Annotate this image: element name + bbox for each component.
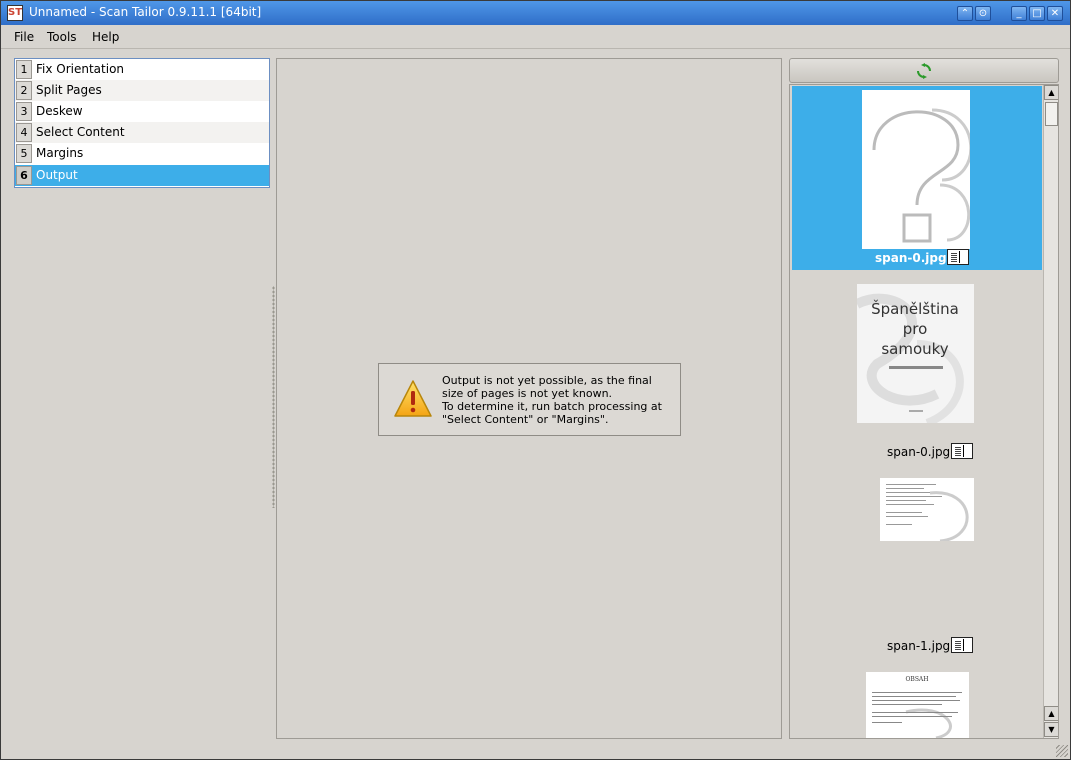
- thumbnail-caption: span-0.jpg: [887, 445, 951, 459]
- close-icon[interactable]: ✕: [1047, 6, 1063, 21]
- maximize-icon[interactable]: □: [1029, 6, 1045, 21]
- output-warning: Output is not yet possible, as the final…: [378, 363, 681, 436]
- image-view-panel: Output is not yet possible, as the final…: [276, 58, 782, 739]
- menu-bar: File Tools Help: [1, 25, 1070, 49]
- title-bar[interactable]: ST Unnamed - Scan Tailor 0.9.11.1 [64bit…: [1, 1, 1070, 25]
- single-page-icon: [947, 249, 969, 265]
- window-title: Unnamed - Scan Tailor 0.9.11.1 [64bit]: [29, 5, 262, 19]
- scroll-thumb[interactable]: [1045, 102, 1058, 126]
- stage-output[interactable]: 6 Output: [15, 165, 269, 186]
- page-preview-image: OBSAH: [872, 676, 962, 738]
- scroll-up-icon[interactable]: ▲: [1044, 85, 1058, 100]
- thumbnail-caption: span-0.jpg: [875, 251, 947, 265]
- scroll-down-icon[interactable]: ▼: [1044, 722, 1058, 737]
- warning-line: To determine it, run batch processing at: [442, 400, 662, 413]
- single-page-icon: [951, 443, 973, 459]
- page-preview-image: Španělština pro samouky: [857, 284, 974, 423]
- stage-number: 3: [16, 102, 32, 121]
- main-window: ST Unnamed - Scan Tailor 0.9.11.1 [64bit…: [0, 0, 1071, 760]
- page-preview-image: [886, 484, 969, 541]
- thumbnail-title-line: pro: [903, 320, 928, 338]
- stage-select-content[interactable]: 4 Select Content: [15, 122, 269, 143]
- thumbnail-toolbar: [789, 58, 1059, 83]
- stage-label: Deskew: [36, 104, 83, 118]
- resize-grip-icon[interactable]: [1056, 745, 1068, 757]
- page-preview-image: [872, 108, 970, 243]
- thumbnail-page[interactable]: Španělština pro samouky: [857, 284, 974, 423]
- menu-tools[interactable]: Tools: [47, 30, 77, 44]
- thumbnail-page[interactable]: [880, 478, 974, 541]
- stage-label: Select Content: [36, 125, 125, 139]
- thumbnail-page[interactable]: OBSAH: [866, 672, 969, 738]
- stage-number: 2: [16, 81, 32, 100]
- stage-label: Fix Orientation: [36, 62, 125, 76]
- panel-splitter[interactable]: [272, 286, 275, 508]
- menu-file[interactable]: File: [14, 30, 34, 44]
- restore-icon[interactable]: ⌃: [957, 6, 973, 21]
- stage-label: Output: [36, 168, 78, 182]
- app-icon: ST: [7, 5, 23, 21]
- stage-number: 5: [16, 144, 32, 163]
- stages-list: 1 Fix Orientation 2 Split Pages 3 Deskew…: [14, 58, 270, 188]
- settings-icon[interactable]: ⊙: [975, 6, 991, 21]
- single-page-icon: [951, 637, 973, 653]
- stage-split-pages[interactable]: 2 Split Pages: [15, 80, 269, 101]
- refresh-thumbnails-icon[interactable]: [916, 63, 932, 79]
- stage-number: 6: [16, 166, 32, 185]
- thumbnail-list[interactable]: span-0.jpg Španělština pro samouky span-…: [789, 84, 1059, 739]
- warning-line: Output is not yet possible, as the final: [442, 374, 652, 387]
- thumbnail-scrollbar[interactable]: ▲ ▲ ▼: [1043, 85, 1058, 738]
- stage-number: 1: [16, 60, 32, 79]
- warning-text: Output is not yet possible, as the final…: [442, 374, 678, 426]
- thumbnail-title-line: Španělština: [871, 299, 959, 318]
- stage-fix-orientation[interactable]: 1 Fix Orientation: [15, 59, 269, 80]
- stage-number: 4: [16, 123, 32, 142]
- thumbnail-title-line: samouky: [881, 340, 948, 358]
- stage-label: Margins: [36, 146, 84, 160]
- menu-help[interactable]: Help: [92, 30, 119, 44]
- warning-line: size of pages is not yet known.: [442, 387, 613, 400]
- thumbnail-caption: span-1.jpg: [887, 639, 951, 653]
- stage-deskew[interactable]: 3 Deskew: [15, 101, 269, 122]
- warning-icon: [394, 380, 432, 417]
- thumbnail-heading: OBSAH: [905, 676, 928, 683]
- thumbnail-page[interactable]: [862, 90, 970, 249]
- warning-line: "Select Content" or "Margins".: [442, 413, 609, 426]
- minimize-icon[interactable]: _: [1011, 6, 1027, 21]
- scroll-up-icon[interactable]: ▲: [1044, 706, 1058, 721]
- stage-margins[interactable]: 5 Margins: [15, 143, 269, 164]
- stage-label: Split Pages: [36, 83, 102, 97]
